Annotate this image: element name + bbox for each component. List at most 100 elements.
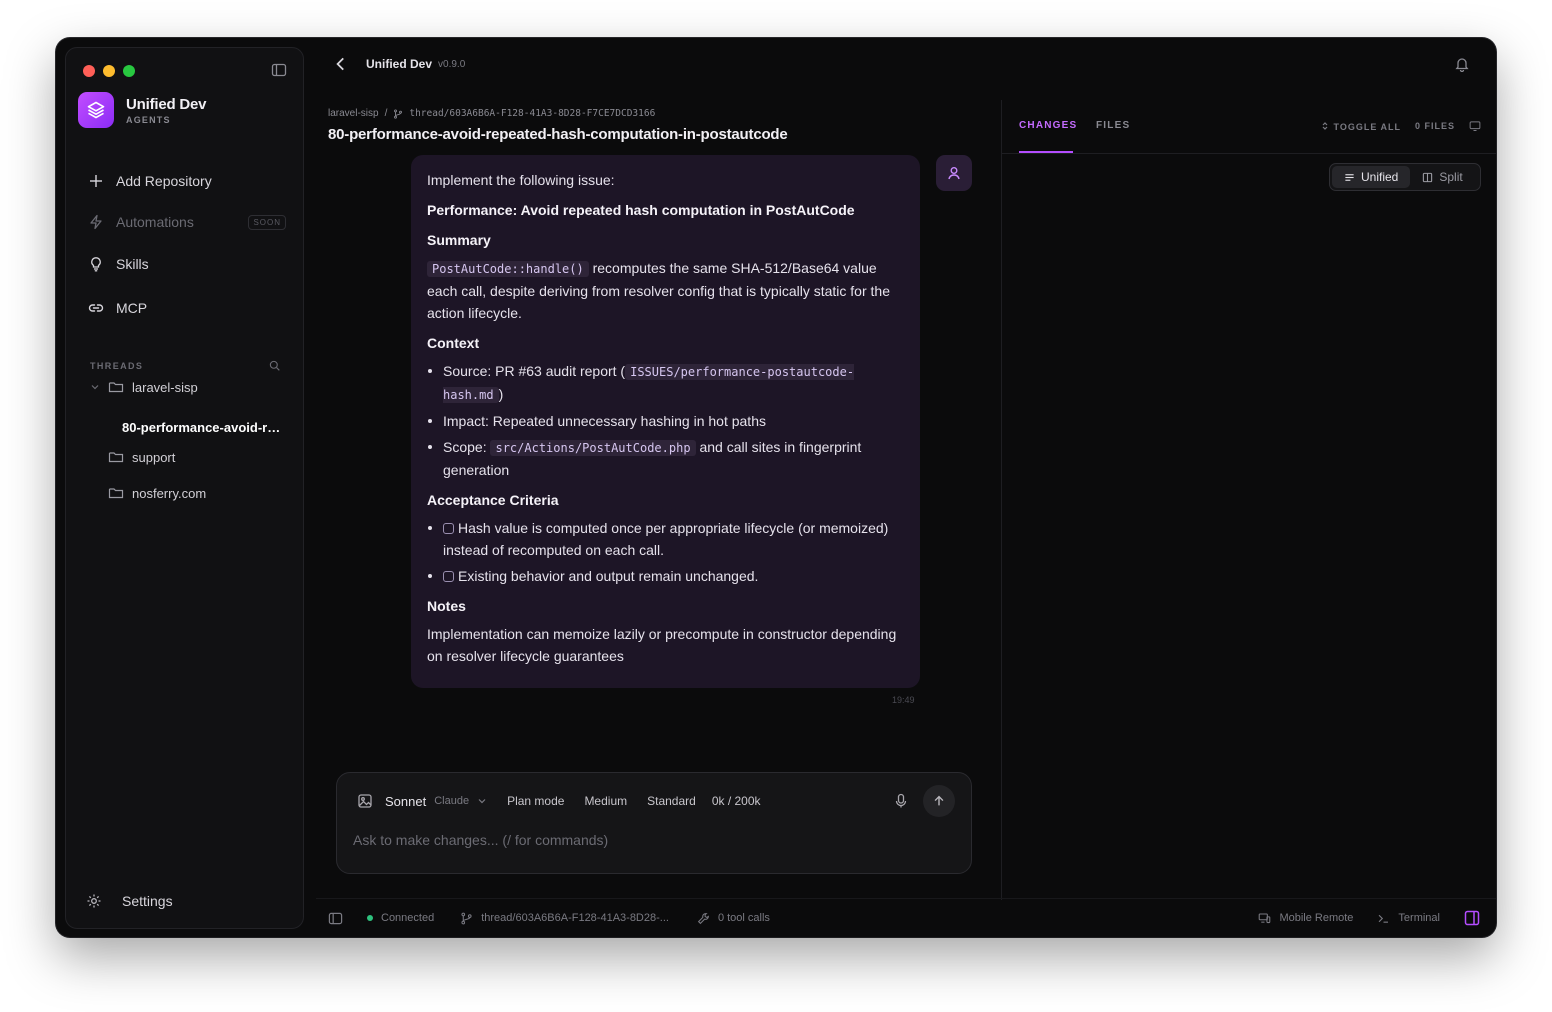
repo-item-laravel-sisp[interactable]: laravel-sisp bbox=[90, 379, 198, 395]
speed-selector[interactable]: Standard bbox=[647, 794, 696, 808]
view-split-button[interactable]: Split bbox=[1410, 166, 1474, 188]
minimize-window-button[interactable] bbox=[103, 65, 115, 77]
close-window-button[interactable] bbox=[83, 65, 95, 77]
repo-name: nosferry.com bbox=[132, 485, 207, 501]
repo-item-nosferry[interactable]: nosferry.com bbox=[108, 485, 206, 501]
connected-dot bbox=[367, 915, 373, 921]
nav-mcp[interactable]: MCP bbox=[78, 294, 294, 322]
summary-heading: Summary bbox=[427, 232, 491, 248]
repo-item-support[interactable]: support bbox=[108, 449, 175, 465]
list-text: Scope: bbox=[443, 439, 491, 455]
nav-automations[interactable]: Automations SOON bbox=[78, 208, 294, 236]
chevron-left-icon[interactable] bbox=[332, 55, 350, 73]
nav-label: MCP bbox=[116, 300, 148, 316]
nav-skills[interactable]: Skills bbox=[78, 250, 294, 278]
view-unified-button[interactable]: Unified bbox=[1332, 166, 1411, 188]
effort-selector[interactable]: Medium bbox=[584, 794, 627, 808]
list-item: Hash value is computed once per appropri… bbox=[427, 517, 904, 561]
notes-text: Implementation can memoize lazily or pre… bbox=[427, 626, 897, 664]
list-item: Scope: src/Actions/PostAutCode.php and c… bbox=[427, 436, 904, 481]
message-timestamp: 19:49 bbox=[892, 695, 915, 705]
nav-label: Skills bbox=[116, 256, 149, 272]
model-selector[interactable]: Sonnet bbox=[385, 794, 426, 809]
mobile-remote-button[interactable]: Mobile Remote bbox=[1258, 912, 1353, 925]
tab-files[interactable]: FILES bbox=[1096, 120, 1130, 131]
chevron-down-icon[interactable] bbox=[477, 796, 487, 806]
context-heading: Context bbox=[427, 335, 480, 351]
plus-icon bbox=[90, 175, 102, 187]
link-icon bbox=[88, 304, 104, 312]
bell-icon[interactable] bbox=[1454, 56, 1470, 72]
list-text: ) bbox=[498, 386, 504, 402]
user-message: Implement the following issue: Performan… bbox=[411, 155, 920, 688]
image-icon[interactable] bbox=[357, 793, 373, 809]
context-list: Source: PR #63 audit report (ISSUES/perf… bbox=[427, 360, 904, 481]
composer-toolbar: Sonnet Claude Plan mode Medium Standard … bbox=[357, 793, 761, 809]
thread-item-active[interactable]: 80-performance-avoid-repeated-hash-compu… bbox=[122, 420, 282, 435]
changes-panel: CHANGES FILES TOGGLE ALL 0 FILES Unified… bbox=[1001, 100, 1496, 900]
arrow-up-icon bbox=[934, 795, 944, 806]
sidebar-toggle-icon[interactable] bbox=[271, 62, 287, 78]
sidebar: Unified Dev AGENTS Add Repository Automa… bbox=[65, 47, 304, 929]
composer: Sonnet Claude Plan mode Medium Standard … bbox=[336, 772, 972, 874]
search-icon[interactable] bbox=[269, 360, 280, 371]
threads-header: THREADS bbox=[90, 360, 280, 371]
repo-name: laravel-sisp bbox=[132, 379, 198, 395]
tool-calls-label: 0 tool calls bbox=[717, 912, 770, 924]
right-panel-toggle-icon[interactable] bbox=[1464, 910, 1480, 926]
soon-badge: SOON bbox=[248, 214, 286, 230]
prompt-input[interactable] bbox=[353, 829, 953, 851]
list-item: Source: PR #63 audit report (ISSUES/perf… bbox=[427, 360, 904, 406]
monitor-phone-icon bbox=[1259, 913, 1271, 923]
chevrons-up-down-icon bbox=[1322, 121, 1328, 130]
git-branch-icon bbox=[394, 108, 403, 119]
diff-view-toggle: Unified Split bbox=[1329, 163, 1481, 191]
terminal-button[interactable]: Terminal bbox=[1377, 912, 1440, 925]
settings-button[interactable]: Settings bbox=[86, 893, 173, 909]
threads-header-label: THREADS bbox=[90, 360, 144, 371]
toggle-all-button[interactable]: TOGGLE ALL bbox=[1320, 121, 1401, 132]
folder-icon bbox=[108, 488, 124, 499]
view-label: Split bbox=[1439, 170, 1463, 184]
avatar bbox=[936, 155, 972, 191]
breadcrumb-repo[interactable]: laravel-sisp bbox=[328, 108, 379, 119]
terminal-label: Terminal bbox=[1398, 912, 1440, 924]
bolt-icon bbox=[90, 214, 102, 230]
brand: Unified Dev AGENTS bbox=[78, 92, 207, 128]
microphone-icon[interactable] bbox=[893, 793, 909, 809]
list-item: Impact: Repeated unnecessary hashing in … bbox=[427, 410, 904, 432]
nav-label: Add Repository bbox=[116, 173, 212, 189]
monitor-icon[interactable] bbox=[1469, 120, 1481, 132]
checkbox[interactable] bbox=[443, 523, 454, 534]
list-text: Source: PR #63 audit report ( bbox=[443, 363, 626, 379]
layers-icon bbox=[78, 92, 114, 128]
app-window: Unified Dev AGENTS Add Repository Automa… bbox=[56, 38, 1496, 937]
provider-label: Claude bbox=[434, 795, 470, 807]
active-tab-indicator bbox=[1019, 151, 1073, 153]
criteria-list: Hash value is computed once per appropri… bbox=[427, 517, 904, 587]
plan-mode-toggle[interactable]: Plan mode bbox=[507, 794, 564, 808]
status-bar: Connected thread/603A6B6A-F128-41A3-8D28… bbox=[316, 898, 1496, 937]
notes-heading: Notes bbox=[427, 598, 466, 614]
sidebar-toggle-icon[interactable] bbox=[328, 911, 343, 926]
columns-icon bbox=[1423, 172, 1433, 182]
zoom-window-button[interactable] bbox=[123, 65, 135, 77]
context-usage: 0k / 200k bbox=[711, 794, 761, 808]
nav-label: Automations bbox=[116, 214, 194, 230]
settings-label: Settings bbox=[122, 893, 173, 909]
send-button[interactable] bbox=[923, 785, 955, 817]
criteria-text: Existing behavior and output remain unch… bbox=[458, 568, 759, 584]
files-count: 0 FILES bbox=[1414, 121, 1455, 131]
nav-add-repository[interactable]: Add Repository bbox=[78, 167, 294, 195]
message-intro: Implement the following issue: bbox=[427, 172, 615, 188]
breadcrumb-separator: / bbox=[384, 108, 388, 119]
lightbulb-icon bbox=[91, 257, 101, 272]
checkbox[interactable] bbox=[443, 571, 454, 582]
criteria-text: Hash value is computed once per appropri… bbox=[443, 520, 889, 558]
tool-calls-status: 0 tool calls bbox=[697, 912, 770, 925]
window-controls bbox=[83, 65, 135, 77]
app-version: v0.9.0 bbox=[438, 58, 466, 70]
git-branch-icon bbox=[461, 912, 472, 924]
list-item: Existing behavior and output remain unch… bbox=[427, 565, 904, 587]
tab-changes[interactable]: CHANGES bbox=[1019, 120, 1077, 131]
